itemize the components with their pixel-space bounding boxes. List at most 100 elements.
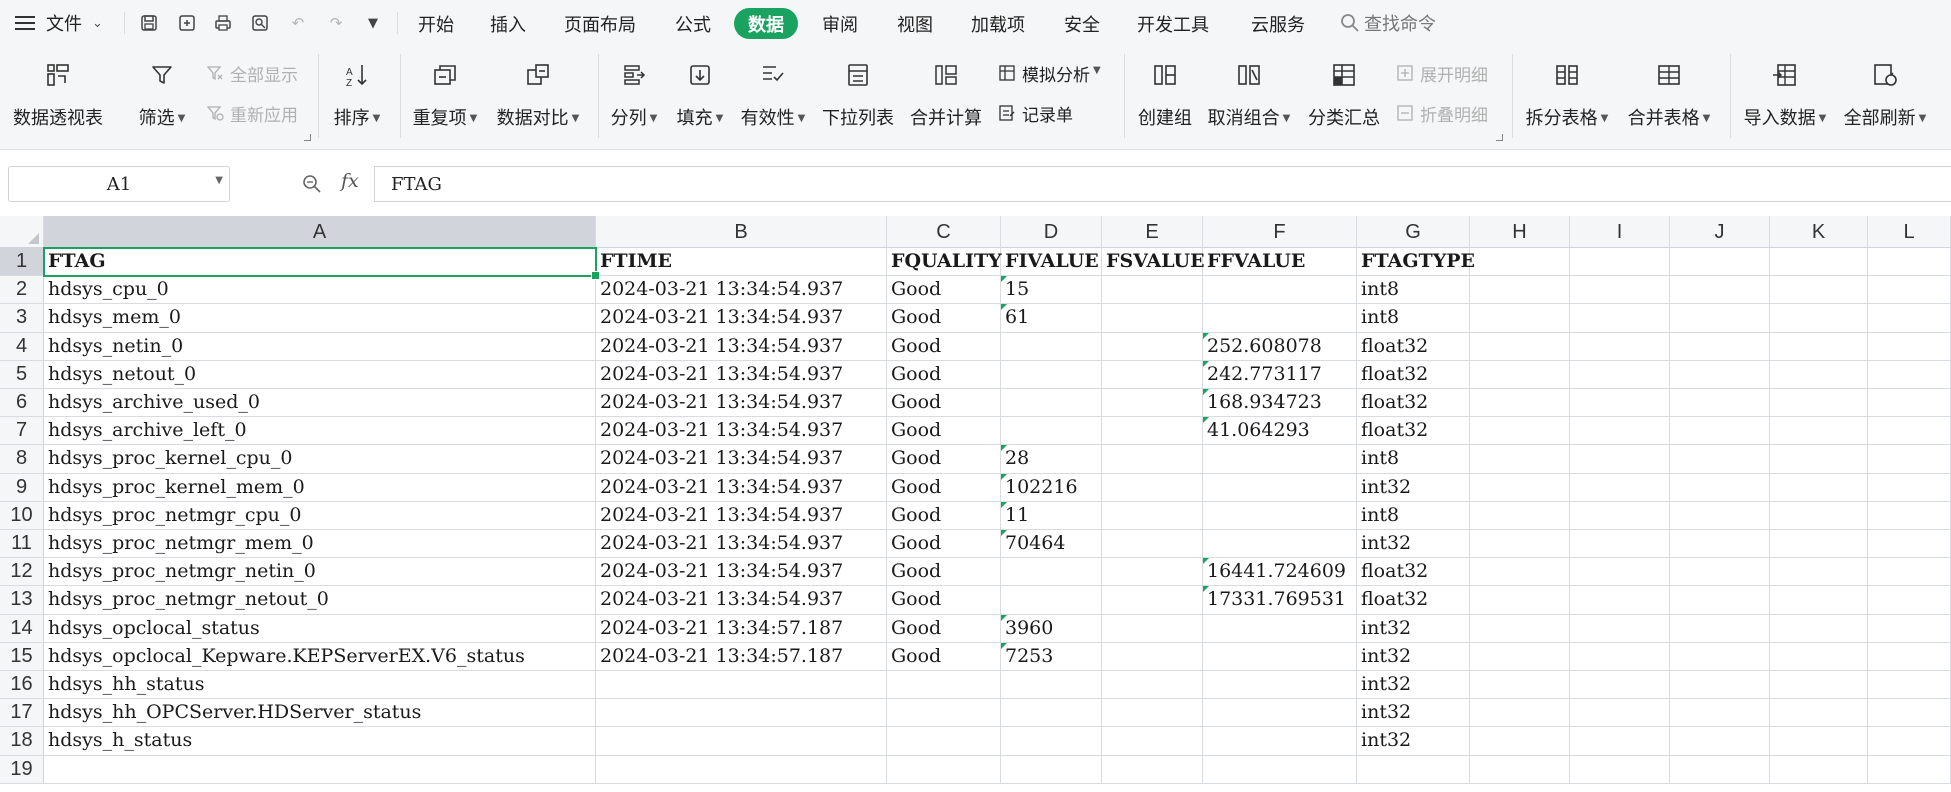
cell-f4[interactable]: 252.608078 <box>1203 332 1357 361</box>
cell-h2[interactable] <box>1470 276 1570 305</box>
cell-l11[interactable] <box>1868 530 1951 559</box>
cell-f11[interactable] <box>1203 530 1357 559</box>
cell-c14[interactable]: Good <box>887 614 1001 643</box>
tab-start[interactable]: 开始 <box>406 8 466 39</box>
row-header-2[interactable]: 2 <box>0 276 44 305</box>
cell-l12[interactable] <box>1868 558 1951 587</box>
row-header-19[interactable]: 19 <box>0 755 44 784</box>
pivot-table-button[interactable]: 数据透视表 <box>12 60 104 130</box>
tab-insert[interactable]: 插入 <box>478 8 538 39</box>
group-launcher-icon[interactable] <box>304 134 311 141</box>
cell-k14[interactable] <box>1770 614 1868 643</box>
cell-k13[interactable] <box>1770 586 1868 615</box>
cell-i17[interactable] <box>1570 699 1670 728</box>
cell-i18[interactable] <box>1570 727 1670 756</box>
print-icon[interactable] <box>213 13 233 33</box>
cell-c15[interactable]: Good <box>887 642 1001 671</box>
cell-i10[interactable] <box>1570 501 1670 530</box>
import-data-button[interactable]: 导入数据 ▼ <box>1740 60 1830 130</box>
cell-g19[interactable] <box>1357 755 1470 784</box>
cell-h18[interactable] <box>1470 727 1570 756</box>
cell-k15[interactable] <box>1770 642 1868 671</box>
cell-g17[interactable]: int32 <box>1357 699 1470 728</box>
cell-f18[interactable] <box>1203 727 1357 756</box>
name-box[interactable]: A1 ▼ <box>8 166 230 202</box>
cell-d17[interactable] <box>1001 699 1102 728</box>
ungroup-button[interactable]: 取消组合 ▼ <box>1206 60 1292 130</box>
row-header-17[interactable]: 17 <box>0 699 44 728</box>
cell-e2[interactable] <box>1102 276 1203 305</box>
cell-i1[interactable] <box>1570 248 1670 277</box>
cell-e15[interactable] <box>1102 642 1203 671</box>
undo-icon[interactable]: ↶ <box>288 13 308 33</box>
cell-d12[interactable] <box>1001 558 1102 587</box>
cell-l13[interactable] <box>1868 586 1951 615</box>
cell-f10[interactable] <box>1203 501 1357 530</box>
tab-developer[interactable]: 开发工具 <box>1128 8 1218 39</box>
cell-a18[interactable]: hdsys_h_status <box>44 727 596 756</box>
cell-j8[interactable] <box>1670 445 1770 474</box>
cell-j17[interactable] <box>1670 699 1770 728</box>
cell-i7[interactable] <box>1570 417 1670 446</box>
row-header-6[interactable]: 6 <box>0 389 44 418</box>
consolidate-button[interactable]: 合并计算 <box>908 60 984 130</box>
cell-k18[interactable] <box>1770 727 1868 756</box>
dropdown-list-button[interactable]: 下拉列表 <box>820 60 896 130</box>
cell-h16[interactable] <box>1470 671 1570 700</box>
cell-e3[interactable] <box>1102 304 1203 333</box>
cell-k5[interactable] <box>1770 360 1868 389</box>
cell-k6[interactable] <box>1770 389 1868 418</box>
cell-h5[interactable] <box>1470 360 1570 389</box>
row-header-15[interactable]: 15 <box>0 642 44 671</box>
cell-k9[interactable] <box>1770 473 1868 502</box>
cell-c16[interactable] <box>887 671 1001 700</box>
tab-review[interactable]: 审阅 <box>810 8 870 39</box>
cell-l3[interactable] <box>1868 304 1951 333</box>
column-header-k[interactable]: K <box>1770 216 1868 248</box>
cell-c5[interactable]: Good <box>887 360 1001 389</box>
cell-a7[interactable]: hdsys_archive_left_0 <box>44 417 596 446</box>
cell-h15[interactable] <box>1470 642 1570 671</box>
collapse-detail-button[interactable]: 折叠明细 <box>1396 101 1488 126</box>
cell-c4[interactable]: Good <box>887 332 1001 361</box>
cell-d18[interactable] <box>1001 727 1102 756</box>
cell-l6[interactable] <box>1868 389 1951 418</box>
merge-table-button[interactable]: 合并表格 ▼ <box>1624 60 1714 130</box>
cell-j10[interactable] <box>1670 501 1770 530</box>
cell-i8[interactable] <box>1570 445 1670 474</box>
cell-i4[interactable] <box>1570 332 1670 361</box>
cell-c8[interactable]: Good <box>887 445 1001 474</box>
cell-k4[interactable] <box>1770 332 1868 361</box>
zoom-icon[interactable] <box>302 174 322 194</box>
cell-f1[interactable]: FFVALUE <box>1203 248 1357 277</box>
row-header-3[interactable]: 3 <box>0 304 44 333</box>
cell-j13[interactable] <box>1670 586 1770 615</box>
cell-d11[interactable]: 70464 <box>1001 530 1102 559</box>
cell-a15[interactable]: hdsys_opclocal_Kepware.KEPServerEX.V6_st… <box>44 642 596 671</box>
cell-c18[interactable] <box>887 727 1001 756</box>
cell-b2[interactable]: 2024-03-21 13:34:54.937 <box>596 276 887 305</box>
cell-a3[interactable]: hdsys_mem_0 <box>44 304 596 333</box>
cell-e14[interactable] <box>1102 614 1203 643</box>
cell-i12[interactable] <box>1570 558 1670 587</box>
print-preview-icon[interactable] <box>250 13 270 33</box>
cell-b15[interactable]: 2024-03-21 13:34:57.187 <box>596 642 887 671</box>
cell-l17[interactable] <box>1868 699 1951 728</box>
cell-g8[interactable]: int8 <box>1357 445 1470 474</box>
row-header-4[interactable]: 4 <box>0 332 44 361</box>
cell-l16[interactable] <box>1868 671 1951 700</box>
data-validation-button[interactable]: 有效性 ▼ <box>738 60 808 130</box>
row-header-18[interactable]: 18 <box>0 727 44 756</box>
cell-d3[interactable]: 61 <box>1001 304 1102 333</box>
reapply-button[interactable]: 重新应用 <box>206 101 298 126</box>
create-group-button[interactable]: 创建组 <box>1135 60 1195 130</box>
cell-d6[interactable] <box>1001 389 1102 418</box>
cell-j11[interactable] <box>1670 530 1770 559</box>
column-header-j[interactable]: J <box>1670 216 1770 248</box>
cell-a14[interactable]: hdsys_opclocal_status <box>44 614 596 643</box>
cell-i6[interactable] <box>1570 389 1670 418</box>
cell-e1[interactable]: FSVALUE <box>1102 248 1205 277</box>
cell-k12[interactable] <box>1770 558 1868 587</box>
column-header-g[interactable]: G <box>1357 216 1470 248</box>
tab-page-layout[interactable]: 页面布局 <box>557 8 643 39</box>
